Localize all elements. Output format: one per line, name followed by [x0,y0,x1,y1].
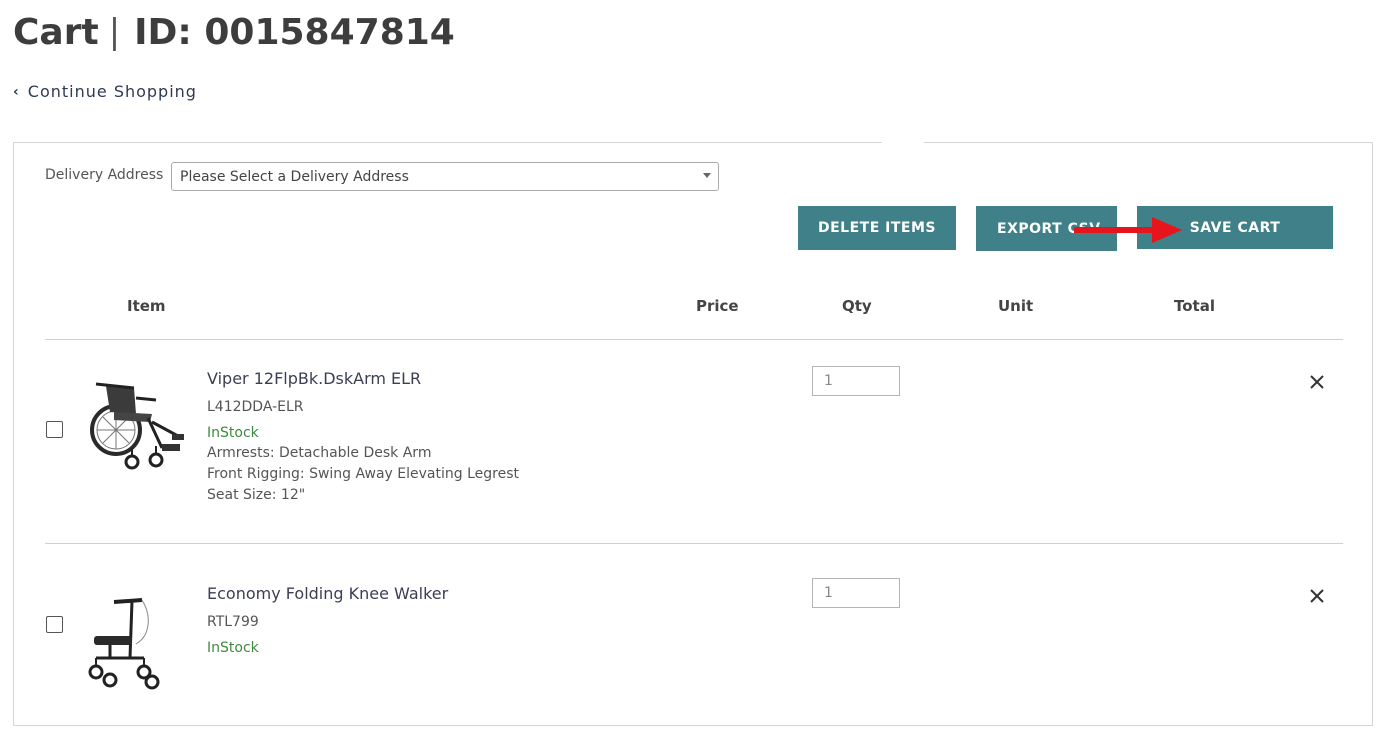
knee-walker-image [88,598,160,690]
product-sku: L412DDA-ELR [207,399,304,415]
cart-title-label: Cart [13,11,99,53]
delivery-address-select[interactable]: Please Select a Delivery Address [171,162,719,191]
panel-border-gap [882,142,924,144]
stock-status: InStock [207,425,259,441]
stock-status: InStock [207,640,259,656]
page-title: Cart | ID: 0015847814 [13,10,455,54]
title-separator: | [108,12,121,52]
cart-id: ID: 0015847814 [134,11,455,53]
cart-page: Cart | ID: 0015847814 ‹ Continue Shoppin… [0,0,1388,731]
column-header-unit: Unit [998,297,1034,315]
column-header-total: Total [1174,297,1215,315]
remove-item-close-icon[interactable] [1308,373,1326,391]
product-attribute: Seat Size: 12" [207,487,306,503]
product-name-link[interactable]: Economy Folding Knee Walker [207,584,448,603]
cart-panel: Delivery Address Please Select a Deliver… [13,142,1373,726]
product-attribute: Armrests: Detachable Desk Arm [207,445,432,461]
product-name-link[interactable]: Viper 12FlpBk.DskArm ELR [207,369,421,388]
continue-shopping-link[interactable]: ‹ Continue Shopping [13,82,197,101]
cart-row: Economy Folding Knee Walker RTL799 InSto… [14,544,1374,724]
chevron-left-icon: ‹ [13,83,20,100]
product-attribute: Front Rigging: Swing Away Elevating Legr… [207,466,519,482]
select-item-checkbox[interactable] [46,421,63,438]
wheelchair-image [90,382,184,470]
remove-item-close-icon[interactable] [1308,587,1326,605]
dropdown-caret-icon [703,173,711,178]
delivery-address-value: Please Select a Delivery Address [180,168,409,185]
select-item-checkbox[interactable] [46,616,63,633]
column-header-price: Price [696,297,739,315]
product-attributes: Armrests: Detachable Desk Arm Front Rigg… [207,443,519,506]
cart-row: Viper 12FlpBk.DskArm ELR L412DDA-ELR InS… [14,340,1374,543]
product-sku: RTL799 [207,614,259,630]
annotation-arrow-icon [1074,217,1182,243]
delivery-address-label: Delivery Address [45,167,164,183]
column-header-qty: Qty [842,297,872,315]
column-header-item: Item [127,297,166,315]
delete-items-button[interactable]: DELETE ITEMS [798,206,956,250]
quantity-input[interactable] [812,366,900,396]
quantity-input[interactable] [812,578,900,608]
continue-shopping-label: Continue Shopping [27,82,197,101]
